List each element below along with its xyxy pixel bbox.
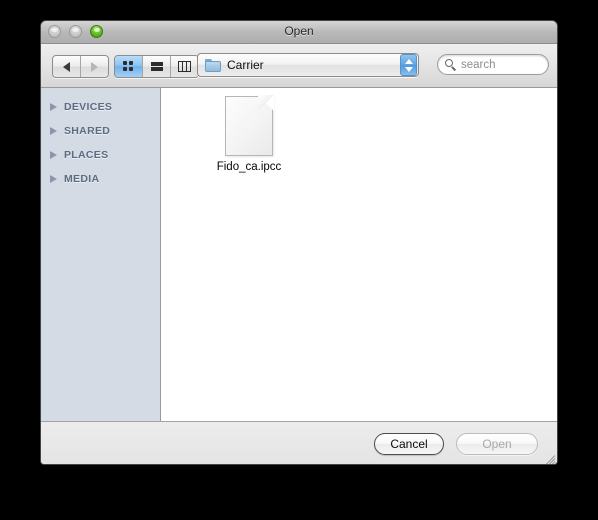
window-titlebar[interactable]: Open bbox=[41, 21, 557, 44]
file-name-label: Fido_ca.ipcc bbox=[216, 161, 282, 173]
disclosure-triangle-icon[interactable] bbox=[50, 151, 57, 159]
columns-icon bbox=[178, 61, 191, 72]
dialog-footer: Cancel Open bbox=[41, 421, 557, 464]
file-item[interactable]: Fido_ca.ipcc bbox=[203, 95, 295, 173]
dialog-toolbar: Carrier search bbox=[41, 44, 557, 88]
search-field[interactable]: search bbox=[437, 54, 549, 75]
generic-document-icon bbox=[225, 95, 274, 156]
triangle-left-icon bbox=[63, 61, 70, 72]
list-icon bbox=[150, 61, 163, 72]
grid-icon bbox=[123, 61, 134, 72]
dialog-body: DEVICES SHARED PLACES MEDIA Fido_ca.ipcc bbox=[41, 88, 557, 421]
disclosure-triangle-icon[interactable] bbox=[50, 127, 57, 135]
resize-grip-icon[interactable] bbox=[541, 451, 556, 464]
desktop-background: Open Carrier search DEVICES SHARED PLACE… bbox=[0, 0, 598, 520]
search-placeholder: search bbox=[461, 58, 496, 71]
triangle-right-icon bbox=[91, 61, 98, 72]
sidebar-item-label: PLACES bbox=[64, 149, 109, 161]
down-arrow-icon bbox=[404, 66, 413, 72]
sidebar-item-label: SHARED bbox=[64, 125, 111, 137]
sidebar: DEVICES SHARED PLACES MEDIA bbox=[41, 88, 161, 421]
icon-view-button[interactable] bbox=[115, 56, 142, 77]
path-popup-button[interactable]: Carrier bbox=[197, 53, 419, 77]
list-view-button[interactable] bbox=[142, 56, 170, 77]
folder-icon bbox=[205, 58, 221, 72]
search-icon bbox=[445, 59, 456, 71]
navigation-buttons bbox=[52, 55, 109, 78]
disclosure-triangle-icon[interactable] bbox=[50, 175, 57, 183]
sidebar-item-label: DEVICES bbox=[64, 101, 113, 113]
file-list-area[interactable]: Fido_ca.ipcc bbox=[161, 88, 557, 421]
sidebar-item-places[interactable]: PLACES bbox=[41, 143, 160, 167]
window-title: Open bbox=[284, 24, 314, 38]
sidebar-item-media[interactable]: MEDIA bbox=[41, 167, 160, 191]
disclosure-triangle-icon[interactable] bbox=[50, 103, 57, 111]
current-folder-label: Carrier bbox=[227, 58, 264, 72]
path-stepper-button[interactable] bbox=[400, 54, 417, 76]
sidebar-item-shared[interactable]: SHARED bbox=[41, 119, 160, 143]
forward-button[interactable] bbox=[80, 56, 108, 77]
sidebar-item-devices[interactable]: DEVICES bbox=[41, 95, 160, 119]
sidebar-item-label: MEDIA bbox=[64, 173, 100, 185]
open-dialog-window: Open Carrier search DEVICES SHARED PLACE… bbox=[40, 20, 558, 465]
column-view-button[interactable] bbox=[170, 56, 198, 77]
up-arrow-icon bbox=[404, 58, 413, 64]
view-mode-segmented-control bbox=[114, 55, 199, 78]
cancel-button[interactable]: Cancel bbox=[374, 433, 444, 455]
open-button[interactable]: Open bbox=[456, 433, 538, 455]
back-button[interactable] bbox=[53, 56, 80, 77]
